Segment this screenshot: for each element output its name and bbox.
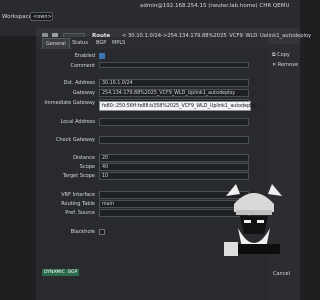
enabled-checkbox[interactable] — [99, 53, 105, 59]
tab-mpls[interactable]: MPLS — [109, 38, 128, 48]
check-gateway-label: Check Gateway — [55, 137, 95, 143]
gateway-label: Gateway — [72, 90, 95, 96]
tab-bar: General Status BGP MPLS — [36, 37, 268, 49]
target-scope-label: Target Scope — [62, 173, 95, 179]
routing-table-label: Routing Table — [61, 201, 95, 207]
check-gateway-field[interactable] — [99, 136, 249, 144]
comment-label: Comment — [70, 63, 96, 69]
scope-label: Scope — [79, 164, 95, 170]
dst-address-label: Dst. Address — [63, 80, 95, 86]
blackhole-checkbox[interactable] — [99, 229, 105, 235]
distance-field[interactable]: 20 — [99, 154, 249, 162]
tab-status[interactable]: Status — [69, 38, 91, 48]
vrf-interface-label: VRF Interface — [61, 192, 95, 198]
tab-bgp[interactable]: BGP — [93, 38, 109, 48]
local-address-field[interactable] — [99, 118, 249, 126]
viking-logo — [224, 184, 282, 256]
bgp-badge: BGP — [66, 269, 80, 276]
connection-title: admin@192.168.254.15 (neuter.lab.home) C… — [140, 3, 290, 9]
left-strip — [0, 40, 36, 300]
scope-field[interactable]: 40 — [99, 163, 249, 171]
immediate-gateway-label: Immediate Gateway — [44, 100, 95, 106]
local-address-label: Local Address — [60, 119, 95, 125]
pref-source-label: Pref. Source — [65, 210, 95, 216]
comment-field[interactable] — [99, 62, 249, 68]
remove-action[interactable]: ✕ Remove — [272, 62, 298, 68]
distance-label: Distance — [73, 155, 95, 161]
immediate-gateway-tooltip: fe80::250:56ff:fe88:b358%2025_VCF9_WLD_U… — [99, 101, 257, 111]
dynamic-badge: DYNAMIC — [42, 269, 67, 276]
gateway-field[interactable]: 254.134.179.88%2025_VCF9_WLD_Uplink1_aut… — [99, 89, 249, 97]
blackhole-label: Blackhole — [70, 229, 95, 235]
enabled-label: Enabled — [74, 53, 95, 59]
action-sidebar: ⧉ Copy ✕ Remove — [268, 44, 300, 300]
tab-general[interactable]: General — [42, 38, 70, 49]
dst-address-field[interactable]: 30.10.1.0/24 — [99, 79, 249, 87]
workspace-select[interactable]: <own> — [30, 12, 53, 21]
cancel-button[interactable]: Cancel — [273, 271, 290, 277]
copy-action[interactable]: ⧉ Copy — [272, 52, 290, 58]
